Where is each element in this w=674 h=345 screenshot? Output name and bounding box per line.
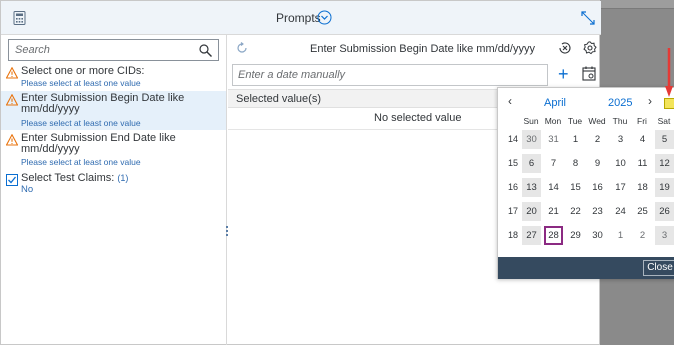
date-input-placeholder: Enter a date manually: [238, 69, 346, 81]
calendar-day[interactable]: 19: [655, 178, 674, 197]
refresh-icon[interactable]: [236, 42, 248, 54]
divider: [228, 129, 498, 130]
calendar-day[interactable]: 7: [544, 154, 563, 173]
calendar-day[interactable]: 31: [544, 130, 563, 149]
calendar-day[interactable]: 28: [544, 226, 563, 245]
search-input[interactable]: Search: [8, 39, 219, 61]
year-selector[interactable]: 2025: [608, 97, 632, 109]
calendar-day[interactable]: 17: [611, 178, 630, 197]
calendar-day[interactable]: 22: [566, 202, 585, 221]
chevron-down-circle-icon[interactable]: [317, 10, 332, 25]
prompt-item-test-claims[interactable]: Select Test Claims: (1) No: [1, 171, 226, 199]
calendar-day[interactable]: 20: [522, 202, 541, 221]
prompt-title: Enter Submission Begin Date like mm/dd/y…: [310, 43, 535, 55]
calendar-day[interactable]: 30: [588, 226, 607, 245]
prompt-label: Enter Submission End Date like mm/dd/yyy…: [21, 132, 176, 155]
calendar-day[interactable]: 13: [522, 178, 541, 197]
prompt-list-panel: Search Select one or more CIDs: Please s…: [1, 35, 227, 345]
calendar-day[interactable]: 16: [588, 178, 607, 197]
calendar-icon[interactable]: [582, 66, 596, 81]
calendar-nav: ‹ April 2025 ›: [498, 88, 674, 112]
prompt-label: Enter Submission Begin Date like mm/dd/y…: [21, 92, 185, 115]
prompt-label: Select Test Claims: (1): [21, 173, 221, 184]
detail-toolbar: Enter Submission Begin Date like mm/dd/y…: [228, 35, 601, 61]
prompt-hint: Please select at least one value: [21, 78, 141, 88]
close-button[interactable]: Close: [643, 260, 674, 276]
prompt-hint: Please select at least one value: [21, 118, 141, 128]
week-number: 14: [507, 134, 518, 144]
manual-date-input[interactable]: Enter a date manually: [232, 64, 548, 86]
calendar-day[interactable]: 29: [566, 226, 585, 245]
calendar-day[interactable]: 11: [633, 154, 652, 173]
weekday-header: Thu: [612, 116, 628, 126]
calendar-day[interactable]: 4: [633, 130, 652, 149]
red-arrow-annotation: [665, 48, 673, 97]
warning-icon: [6, 67, 18, 79]
prompt-label: Select one or more CIDs:: [21, 65, 145, 77]
weekday-header: Mon: [544, 116, 562, 126]
calendar-day[interactable]: 5: [655, 130, 674, 149]
calculator-icon[interactable]: [13, 11, 26, 25]
prompt-label-text: Select Test Claims:: [21, 172, 115, 184]
no-selection-text: No selected value: [374, 112, 462, 124]
search-icon[interactable]: [199, 44, 212, 57]
weekday-header: Tue: [567, 116, 583, 126]
weekday-header: Sat: [657, 116, 671, 126]
calendar-day[interactable]: 3: [655, 226, 674, 245]
calendar-footer: Close: [498, 257, 674, 279]
calendar-day[interactable]: 1: [611, 226, 630, 245]
prompt-item-cids[interactable]: Select one or more CIDs: Please select a…: [1, 64, 226, 90]
weekday-header: Sun: [523, 116, 539, 126]
fullscreen-icon[interactable]: [581, 11, 595, 25]
week-number: 15: [507, 158, 518, 168]
add-value-icon[interactable]: +: [558, 65, 572, 83]
prompt-item-end-date[interactable]: Enter Submission End Date like mm/dd/yyy…: [1, 131, 226, 171]
search-placeholder: Search: [15, 44, 50, 56]
weekday-header: Wed: [588, 116, 606, 126]
today-calendar-icon[interactable]: [664, 98, 674, 109]
selected-values-label: Selected value(s): [236, 93, 321, 105]
prompt-hint: Please select at least one value: [21, 157, 141, 167]
week-number: 18: [507, 230, 518, 240]
calendar-day[interactable]: 9: [588, 154, 607, 173]
month-selector[interactable]: April: [544, 97, 566, 109]
calendar-day[interactable]: 3: [611, 130, 630, 149]
checkbox-checked-icon: [6, 174, 18, 186]
weekday-header: Fri: [637, 116, 647, 126]
dialog-header: Prompts: [1, 1, 601, 35]
calendar-day[interactable]: 25: [633, 202, 652, 221]
background-strip: [600, 0, 674, 9]
calendar-day[interactable]: 24: [611, 202, 630, 221]
calendar-day[interactable]: 23: [588, 202, 607, 221]
selection-count: (1): [117, 173, 129, 183]
calendar-day[interactable]: 21: [544, 202, 563, 221]
clear-selection-icon[interactable]: [558, 41, 572, 55]
prompt-item-begin-date[interactable]: Enter Submission Begin Date like mm/dd/y…: [1, 91, 226, 130]
warning-icon: [6, 134, 18, 146]
settings-icon[interactable]: [583, 41, 597, 55]
calendar-day[interactable]: 6: [522, 154, 541, 173]
prompt-value: No: [21, 184, 34, 195]
calendar-day[interactable]: 30: [522, 130, 541, 149]
previous-month-button[interactable]: ‹: [508, 94, 512, 108]
calendar-day[interactable]: 15: [566, 178, 585, 197]
dialog-title: Prompts: [276, 11, 321, 25]
calendar-day[interactable]: 1: [566, 130, 585, 149]
week-number: 17: [507, 206, 518, 216]
calendar-day[interactable]: 2: [633, 226, 652, 245]
calendar-day[interactable]: 27: [522, 226, 541, 245]
calendar-day[interactable]: 8: [566, 154, 585, 173]
calendar-day[interactable]: 2: [588, 130, 607, 149]
calendar-day[interactable]: 26: [655, 202, 674, 221]
date-picker-popover: ‹ April 2025 › Sun Mon Tue Wed Thu Fri Sat 14 30…: [497, 87, 674, 279]
calendar-day[interactable]: 18: [633, 178, 652, 197]
next-month-button[interactable]: ›: [648, 94, 652, 108]
calendar-day[interactable]: 14: [544, 178, 563, 197]
calendar-day[interactable]: 12: [655, 154, 674, 173]
calendar-day[interactable]: 10: [611, 154, 630, 173]
warning-icon: [6, 94, 18, 106]
week-number: 16: [507, 182, 518, 192]
